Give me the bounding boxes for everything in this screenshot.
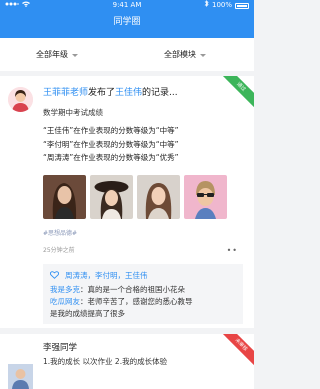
photo-thumbnail[interactable] (43, 175, 86, 219)
post-subtitle: 数学期中考试成绩 (43, 108, 103, 117)
bluetooth-icon (204, 0, 209, 11)
comment-author[interactable]: 我是多克 (50, 285, 80, 294)
page-title: 同学圈 (113, 17, 141, 27)
status-badge: 未审核 (217, 334, 254, 369)
module-filter-label: 全部模块 (164, 50, 196, 59)
post-author[interactable]: 王菲菲老师 (43, 88, 88, 98)
post-author[interactable]: 李强同学 (43, 341, 77, 353)
photo-thumbnail[interactable] (137, 175, 180, 219)
status-badge: 通过 (217, 76, 254, 111)
photo-thumbnail[interactable] (90, 175, 133, 219)
grade-filter[interactable]: 全部年级 (36, 49, 78, 60)
status-bar: 9:41 AM 100% (0, 0, 254, 11)
avatar[interactable] (8, 364, 33, 389)
likes-row: 周涛涛，李付明，王佳伟 (49, 270, 148, 281)
post-action: 发布了 (88, 88, 116, 98)
comment-text: ：真的是一个合格的祖国小花朵 (80, 285, 185, 294)
comment-text: ：老师辛苦了，感谢您的悉心教导 (80, 297, 193, 306)
app-header: 9:41 AM 100% 同学圈 (0, 0, 254, 38)
likes-names[interactable]: 周涛涛，李付明，王佳伟 (65, 270, 148, 281)
avatar[interactable] (8, 87, 33, 112)
more-icon[interactable]: •• (227, 246, 238, 255)
topic-tag[interactable]: #思想品德# (43, 228, 77, 237)
post-line: “王佳伟”在作业表现的分数等级为“中等” (43, 126, 179, 135)
battery-icon (235, 2, 249, 9)
comment-author[interactable]: 吃瓜网友 (50, 297, 80, 306)
post-line: “周涛涛”在作业表现的分数等级为“优秀” (43, 153, 179, 162)
comment-item[interactable]: 我是多克：真的是一个合格的祖国小花朵 (50, 284, 185, 296)
post-title: 王菲菲老师发布了王佳伟的记录... (43, 87, 178, 100)
module-filter[interactable]: 全部模块 (164, 49, 206, 60)
status-right: 100% (204, 0, 249, 11)
battery-percent: 100% (211, 1, 232, 9)
grade-filter-label: 全部年级 (36, 50, 68, 59)
post-line: 1.我的成长 以次作业 2.我的成长体验 (43, 357, 168, 366)
post-time: 25分钟之前 (43, 247, 75, 254)
post-line: “李付明”在作业表现的分数等级为“中等” (43, 139, 179, 149)
photo-thumbnail[interactable] (184, 175, 227, 219)
post-target[interactable]: 王佳伟 (115, 88, 142, 98)
photo-grid (43, 175, 227, 219)
post-body: “王佳伟”在作业表现的分数等级为“中等” “李付明”在作业表现的分数等级为“中等… (43, 124, 179, 165)
interaction-panel: 周涛涛，李付明，王佳伟 我是多克：真的是一个合格的祖国小花朵 吃瓜网友：老师辛苦… (43, 264, 243, 324)
heart-icon[interactable] (49, 270, 60, 281)
chevron-down-icon (72, 53, 78, 57)
comment-text: 是我的成绩提高了很多 (50, 309, 125, 318)
post-suffix: 的记录... (142, 88, 178, 98)
chevron-down-icon (200, 53, 206, 57)
post-card[interactable]: 通过 王菲菲老师发布了王佳伟的记录... 数学期中考试成绩 “王佳伟”在作业表现… (0, 76, 254, 328)
comment-item[interactable]: 是我的成绩提高了很多 (50, 308, 125, 320)
comment-item[interactable]: 吃瓜网友：老师辛苦了，感谢您的悉心教导 (50, 296, 193, 308)
filter-bar: 全部年级 全部模块 (0, 38, 254, 71)
post-card[interactable]: 未审核 李强同学 1.我的成长 以次作业 2.我的成长体验 (0, 334, 254, 389)
